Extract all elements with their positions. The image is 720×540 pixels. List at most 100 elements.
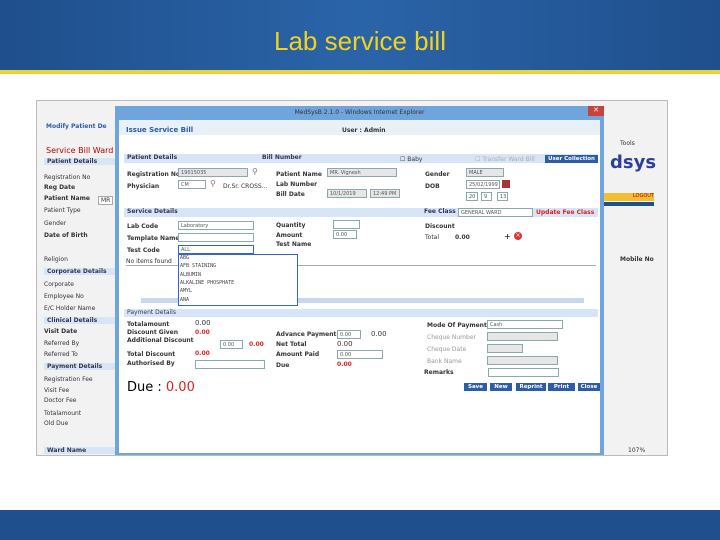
new-button[interactable]: New — [490, 383, 512, 391]
user-label: User : Admin — [342, 127, 386, 134]
save-button[interactable]: Save — [464, 383, 487, 391]
age-days[interactable]: 13 — [497, 192, 508, 201]
due-big-value: 0.00 — [165, 380, 195, 395]
additional-discount-label: Additional Discount — [127, 337, 194, 344]
user-collection-button[interactable]: User Collection — [545, 155, 598, 163]
test-name-label: Test Name — [276, 241, 312, 248]
dropdown-option[interactable]: AMYL — [180, 288, 192, 294]
calendar-icon[interactable] — [502, 180, 510, 188]
sidebar-field-label: Gender — [44, 220, 67, 227]
fee-class-select[interactable]: GENERAL WARD — [458, 208, 533, 217]
reg-no-label: Registration No — [127, 171, 181, 178]
baby-checkbox[interactable]: ☐ Baby — [400, 156, 422, 163]
mode-of-payment-select[interactable]: Cash — [487, 320, 563, 329]
bank-label: Bank Name — [427, 358, 462, 365]
advance-label: Advance Payment — [276, 331, 337, 338]
dob-label: DOB — [425, 183, 440, 190]
due: 0.00 — [337, 361, 352, 368]
due-label: Due — [276, 362, 290, 369]
amount-paid-label: Amount Paid — [276, 351, 320, 358]
search-icon[interactable]: ⚲ — [210, 179, 216, 188]
search-icon[interactable]: ⚲ — [252, 167, 258, 176]
total-discount: 0.00 — [195, 350, 210, 357]
section-title: Service Details — [127, 208, 178, 215]
discount-given: 0.00 — [195, 329, 210, 336]
sidebar-field-label: Date of Birth — [44, 232, 88, 239]
amount-input[interactable]: 0.00 — [333, 230, 357, 239]
remarks-input[interactable] — [488, 368, 559, 377]
mobile-column: Mobile No — [620, 256, 654, 263]
add-icon[interactable]: + — [504, 232, 511, 241]
physician-name: Dr.Sr. CROSS... — [223, 183, 268, 190]
zoom-level[interactable]: 107% — [628, 447, 645, 454]
slide-footer — [0, 510, 720, 540]
sidebar-field-label: Employee No — [44, 293, 84, 300]
discount-given-label: Discount Given — [127, 329, 179, 336]
net-total: 0.00 — [337, 340, 353, 348]
sidebar-field-label: Payment Details — [44, 363, 115, 370]
cheque-number-input[interactable] — [487, 332, 558, 341]
due-big-label: Due : — [127, 380, 166, 395]
authorised-by-select[interactable] — [195, 360, 265, 369]
bill-date-input[interactable]: 10/1/2019 — [327, 189, 367, 198]
dropdown-option[interactable]: ALBUMIN — [180, 272, 201, 278]
quantity-label: Quantity — [276, 222, 306, 229]
sidebar-field-label: Visit Fee — [44, 387, 70, 394]
sidebar-field-label: Ward Name — [44, 447, 115, 454]
service-bill-title: Service Bill Ward — [46, 146, 114, 155]
cheque-date-input[interactable] — [487, 344, 523, 353]
physician-input[interactable]: CM — [178, 180, 206, 189]
quantity-input[interactable] — [333, 220, 360, 229]
sidebar-field-label: Visit Date — [44, 328, 78, 335]
gender-select[interactable]: MALE — [466, 168, 504, 177]
net-total-label: Net Total — [276, 341, 307, 348]
header-divider — [0, 70, 720, 74]
mode-label: Mode Of Payment — [427, 322, 487, 329]
reg-no-input[interactable]: 19015035 — [178, 168, 248, 177]
patient-name-label: Patient Name — [276, 171, 322, 178]
sidebar-field-label: Totalamount — [44, 410, 82, 417]
tools-menu[interactable]: Tools — [620, 140, 635, 147]
transfer-label: Transfer Ward Bill — [482, 156, 535, 163]
sidebar-field-label: Clinical Details — [44, 317, 115, 324]
gender-label: Gender — [425, 171, 450, 178]
close-icon[interactable]: ✕ — [588, 106, 604, 116]
sidebar-field-label: Referred By — [44, 340, 80, 347]
bank-name-input[interactable] — [487, 356, 558, 365]
sidebar-field-label: Doctor Fee — [44, 397, 77, 404]
additional-discount-input[interactable]: 0.00 — [220, 340, 243, 349]
reprint-button[interactable]: Reprint — [516, 383, 546, 391]
age-years[interactable]: 20 — [466, 192, 478, 201]
cheque-date-label: Cheque Date — [427, 346, 467, 353]
modify-patient-title: Modify Patient De — [46, 123, 107, 130]
authorised-label: Authorised By — [127, 360, 175, 367]
lab-code-select[interactable]: Laboratory — [178, 221, 254, 230]
dropdown-option[interactable]: ABG — [180, 255, 189, 261]
print-button[interactable]: Print — [548, 383, 575, 391]
logout-link[interactable]: LOGOUT — [604, 193, 654, 201]
transfer-checkbox[interactable]: ☐ Transfer Ward Bill — [475, 156, 535, 163]
bill-time-input[interactable]: 12:49 PM — [370, 189, 400, 198]
patient-name-input[interactable]: MR. Vignesh — [327, 168, 397, 177]
amount-label: Amount — [276, 232, 303, 239]
fee-class-label: Fee Class — [424, 208, 456, 215]
template-select[interactable] — [178, 233, 254, 242]
template-label: Template Name — [127, 235, 180, 242]
advance-input[interactable]: 0.00 — [337, 330, 361, 339]
close-button[interactable]: Close — [578, 383, 600, 391]
sidebar-field-label: Referred To — [44, 351, 78, 358]
update-fee-class-link[interactable]: Update Fee Class — [536, 209, 594, 216]
sidebar-field-label: E/C Holder Name — [44, 305, 96, 312]
sidebar-field-label: Patient Type — [44, 207, 81, 214]
remove-icon[interactable]: × — [514, 232, 522, 240]
dropdown-option[interactable]: AFB STAINING — [180, 263, 216, 269]
additional-discount-val: 0.00 — [249, 341, 264, 348]
test-code-input[interactable]: ALL — [178, 245, 254, 254]
dropdown-option[interactable]: ANA — [180, 297, 189, 303]
amount-paid-input[interactable]: 0.00 — [337, 350, 383, 359]
sidebar-field-label: Registration No — [44, 174, 91, 181]
dob-input[interactable]: 25/02/1999 — [466, 180, 500, 189]
sidebar-field-label: Corporate — [44, 281, 74, 288]
age-months[interactable]: 9 — [481, 192, 492, 201]
dropdown-option[interactable]: ALKALINE PHOSPHATE — [180, 280, 234, 286]
